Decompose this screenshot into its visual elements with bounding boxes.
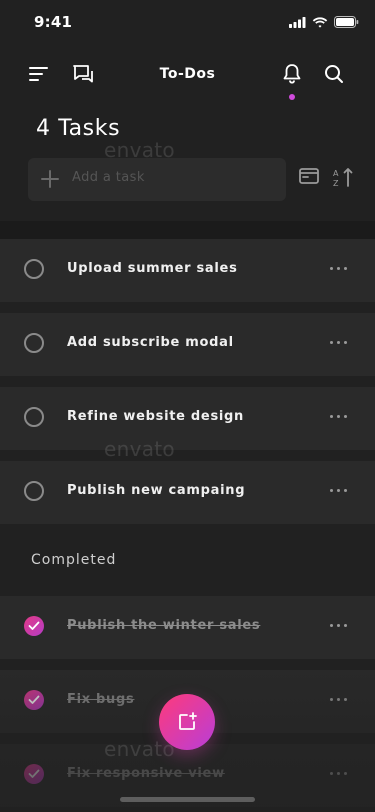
check-icon — [28, 769, 40, 778]
completed-task-label: Publish the winter sales — [67, 618, 261, 633]
plus-icon[interactable] — [40, 169, 60, 189]
checked-checkbox[interactable] — [24, 616, 44, 636]
svg-text:A: A — [333, 169, 339, 178]
status-bar: 9:41 — [0, 0, 375, 44]
watermark: envato — [104, 437, 175, 461]
task-row[interactable]: Publish new campaing — [0, 461, 375, 524]
watermark: envato — [104, 138, 175, 162]
task-label: Add subscribe modal — [67, 335, 234, 350]
task-label: Publish new campaing — [67, 483, 246, 498]
bell-icon — [283, 64, 301, 84]
status-time: 9:41 — [34, 13, 73, 31]
task-checkbox[interactable] — [24, 481, 44, 501]
more-options-icon[interactable] — [330, 489, 347, 492]
more-options-icon[interactable] — [330, 772, 347, 775]
home-indicator — [120, 797, 255, 802]
completed-task-row[interactable]: Publish the winter sales — [0, 596, 375, 659]
completed-heading: Completed — [31, 552, 117, 568]
more-options-icon[interactable] — [330, 698, 347, 701]
more-options-icon[interactable] — [330, 624, 347, 627]
sort-az-icon: A Z — [333, 168, 353, 188]
signal-icon — [289, 16, 306, 28]
new-task-fab[interactable] — [159, 694, 215, 750]
task-row[interactable]: Upload summer sales — [0, 239, 375, 302]
more-options-icon[interactable] — [330, 341, 347, 344]
battery-icon — [334, 16, 359, 28]
task-row[interactable]: Refine website design — [0, 387, 375, 450]
search-icon — [325, 65, 343, 83]
top-bar: To-Dos — [0, 56, 375, 96]
search-button[interactable] — [318, 56, 350, 92]
more-options-icon[interactable] — [330, 415, 347, 418]
check-icon — [28, 621, 40, 630]
task-checkbox[interactable] — [24, 259, 44, 279]
add-task-field[interactable] — [28, 158, 286, 201]
task-checkbox[interactable] — [24, 333, 44, 353]
card-view-icon — [299, 168, 319, 184]
add-task-input[interactable] — [72, 170, 272, 185]
check-icon — [28, 695, 40, 704]
sort-button[interactable]: A Z — [332, 166, 354, 192]
svg-text:Z: Z — [333, 179, 339, 188]
completed-task-label: Fix bugs — [67, 692, 135, 707]
checked-checkbox[interactable] — [24, 690, 44, 710]
task-checkbox[interactable] — [24, 407, 44, 427]
task-label: Upload summer sales — [67, 261, 238, 276]
task-row[interactable]: Add subscribe modal — [0, 313, 375, 376]
notifications-button[interactable] — [276, 56, 308, 92]
completed-task-label: Fix responsive view — [67, 766, 225, 781]
status-icons — [289, 16, 359, 28]
task-label: Refine website design — [67, 409, 244, 424]
view-toggle-button[interactable] — [298, 166, 320, 190]
list-divider — [0, 221, 375, 239]
wifi-icon — [312, 16, 328, 28]
watermark: envato — [104, 737, 175, 761]
more-options-icon[interactable] — [330, 267, 347, 270]
add-note-icon — [179, 712, 197, 730]
notification-dot — [289, 94, 295, 100]
checked-checkbox[interactable] — [24, 764, 44, 784]
